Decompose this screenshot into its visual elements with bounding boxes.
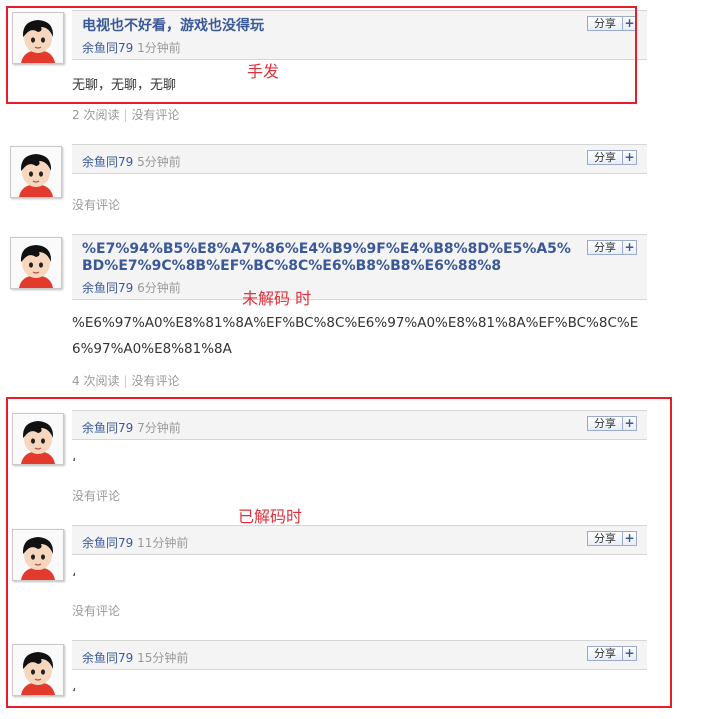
- post-time: 7分钟前: [137, 421, 181, 435]
- comments-link[interactable]: 没有评论: [72, 489, 120, 503]
- avatar[interactable]: [10, 237, 62, 289]
- post-footer: 4 次阅读 | 没有评论: [72, 372, 180, 389]
- post-footer: 没有评论: [72, 487, 120, 504]
- plus-icon[interactable]: +: [622, 417, 636, 430]
- post-body: ،: [72, 450, 77, 465]
- avatar-image: [11, 147, 61, 197]
- avatar-image: [13, 414, 63, 464]
- post-time: 6分钟前: [137, 281, 181, 295]
- post-title[interactable]: %E7%94%B5%E8%A7%86%E4%B9%9F%E4%B8%8D%E5%…: [82, 241, 572, 275]
- author-link[interactable]: 余鱼同79: [82, 281, 133, 295]
- plus-icon[interactable]: +: [622, 532, 636, 545]
- post-meta: 余鱼同79 6分钟前: [82, 279, 181, 296]
- author-link[interactable]: 余鱼同79: [82, 651, 133, 665]
- share-button[interactable]: 分享 +: [587, 240, 637, 255]
- author-link[interactable]: 余鱼同79: [82, 536, 133, 550]
- share-label: 分享: [594, 647, 616, 660]
- author-link[interactable]: 余鱼同79: [82, 155, 133, 169]
- share-label: 分享: [594, 532, 616, 545]
- share-label: 分享: [594, 241, 616, 254]
- share-button[interactable]: 分享 +: [587, 150, 637, 165]
- post-time: 5分钟前: [137, 155, 181, 169]
- avatar[interactable]: [12, 644, 64, 696]
- comments-link[interactable]: 没有评论: [72, 198, 120, 212]
- post-title[interactable]: 电视也不好看，游戏也没得玩: [82, 18, 264, 35]
- post-meta: 余鱼同79 5分钟前: [82, 153, 181, 170]
- avatar[interactable]: [12, 12, 64, 64]
- post-time: 1分钟前: [137, 41, 181, 55]
- avatar[interactable]: [12, 413, 64, 465]
- author-link[interactable]: 余鱼同79: [82, 41, 133, 55]
- share-label: 分享: [594, 151, 616, 164]
- read-count: 4 次阅读: [72, 374, 120, 388]
- share-label: 分享: [594, 17, 616, 30]
- post-body: ،: [72, 680, 77, 695]
- plus-icon[interactable]: +: [622, 241, 636, 254]
- annotation-undecoded: 未解码 时: [242, 289, 312, 308]
- annotation-decoded: 已解码时: [238, 507, 303, 526]
- share-button[interactable]: 分享 +: [587, 646, 637, 661]
- post-body: 无聊，无聊，无聊: [72, 78, 177, 93]
- comments-link[interactable]: 没有评论: [132, 108, 180, 122]
- author-link[interactable]: 余鱼同79: [82, 421, 133, 435]
- post-footer: 2 次阅读 | 没有评论: [72, 106, 180, 123]
- comments-link[interactable]: 没有评论: [132, 374, 180, 388]
- plus-icon[interactable]: +: [622, 151, 636, 164]
- post-header: 余鱼同79 11分钟前 分享 +: [72, 525, 647, 555]
- share-button[interactable]: 分享 +: [587, 16, 637, 31]
- post-meta: 余鱼同79 11分钟前: [82, 534, 188, 551]
- post-header: 余鱼同79 5分钟前 分享 +: [72, 144, 647, 174]
- post-header: %E7%94%B5%E8%A7%86%E4%B9%9F%E4%B8%8D%E5%…: [72, 234, 647, 300]
- plus-icon[interactable]: +: [622, 647, 636, 660]
- post-footer: 没有评论: [72, 196, 120, 213]
- post-meta: 余鱼同79 1分钟前: [82, 39, 181, 56]
- post-body: %E6%97%A0%E8%81%8A%EF%BC%8C%E6%97%A0%E8%…: [72, 315, 639, 357]
- avatar-image: [13, 13, 63, 63]
- plus-icon[interactable]: +: [622, 17, 636, 30]
- post-footer: 没有评论: [72, 602, 120, 619]
- avatar-image: [13, 530, 63, 580]
- annotation-manual: 手发: [247, 62, 280, 81]
- avatar-image: [11, 238, 61, 288]
- divider: |: [123, 374, 128, 388]
- post-header: 余鱼同79 7分钟前 分享 +: [72, 410, 647, 440]
- share-button[interactable]: 分享 +: [587, 416, 637, 431]
- share-button[interactable]: 分享 +: [587, 531, 637, 546]
- post-meta: 余鱼同79 7分钟前: [82, 419, 181, 436]
- read-count: 2 次阅读: [72, 108, 120, 122]
- post-meta: 余鱼同79 15分钟前: [82, 649, 188, 666]
- divider: |: [123, 108, 128, 122]
- avatar[interactable]: [12, 529, 64, 581]
- post-header: 余鱼同79 15分钟前 分享 +: [72, 640, 647, 670]
- post-body: ،: [72, 565, 77, 580]
- post-time: 15分钟前: [137, 651, 189, 665]
- post-header: 电视也不好看，游戏也没得玩 余鱼同79 1分钟前 分享 +: [72, 10, 647, 60]
- post-time: 11分钟前: [137, 536, 189, 550]
- avatar[interactable]: [10, 146, 62, 198]
- avatar-image: [13, 645, 63, 695]
- comments-link[interactable]: 没有评论: [72, 604, 120, 618]
- share-label: 分享: [594, 417, 616, 430]
